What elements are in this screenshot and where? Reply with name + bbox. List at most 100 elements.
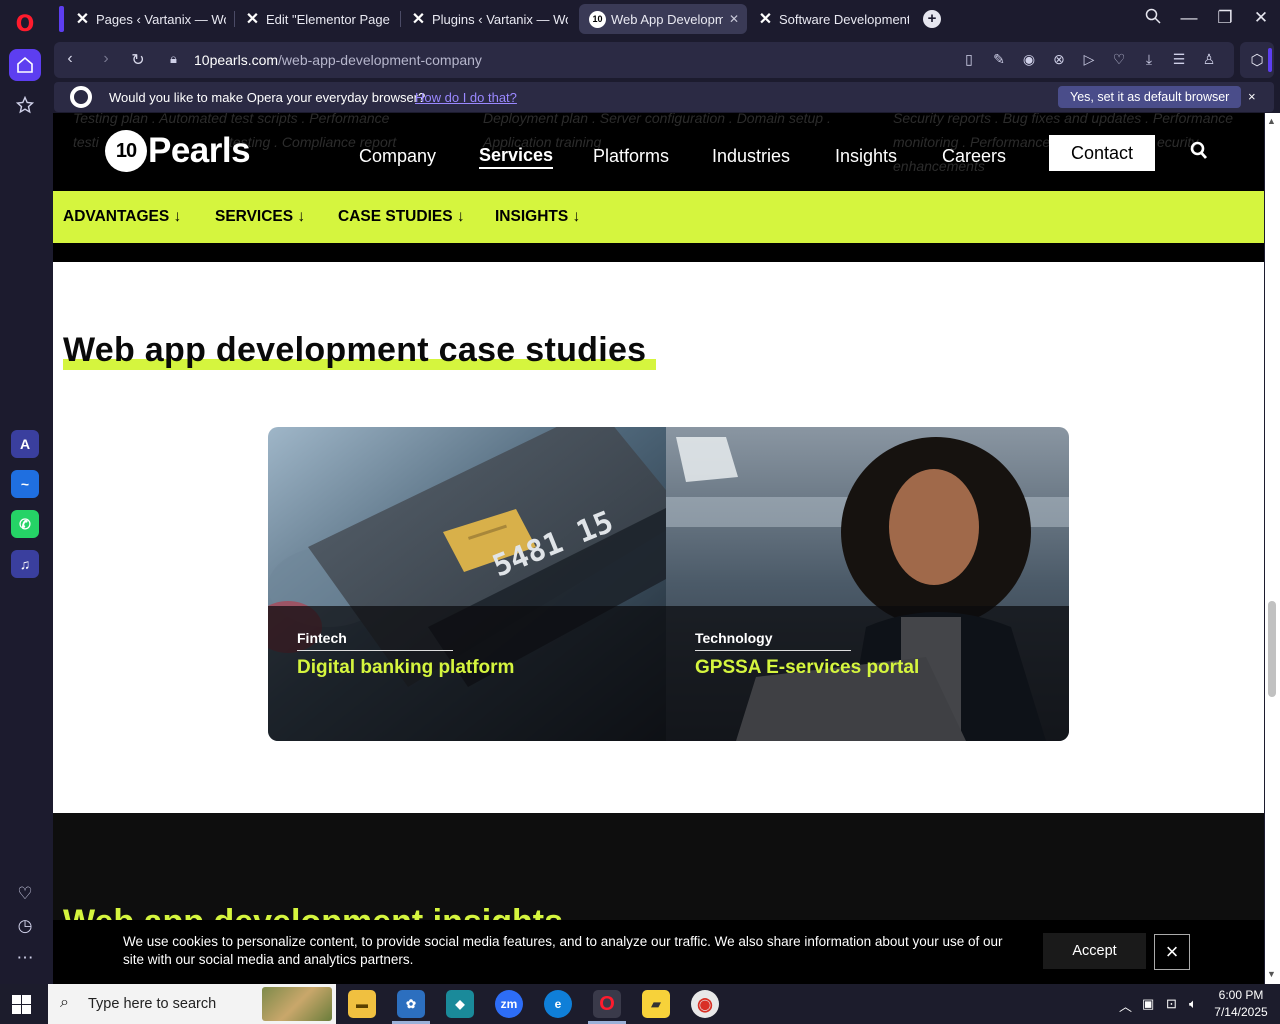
logo-ring: 10 [105, 130, 147, 172]
edge-icon[interactable]: e [544, 990, 572, 1018]
case-study-card-fintech[interactable]: 5481 15 Fintech Digital banking platform [268, 427, 669, 741]
show-hidden-icons-chevron-icon[interactable]: ︿ [1119, 996, 1132, 1015]
app-icon[interactable]: ◆ [446, 990, 474, 1018]
new-tab-plus-icon[interactable]: + [923, 10, 941, 28]
contact-button[interactable]: Contact [1049, 135, 1155, 171]
opera-sidebar: O A ~ ✆ ♫ ♡ ◷ ⋯ [0, 0, 50, 984]
edit-icon[interactable]: ✎ [990, 51, 1008, 68]
close-window-icon[interactable]: ✕ [1249, 8, 1273, 28]
card-category: Technology [695, 630, 773, 646]
subnav-case-studies[interactable]: CASE STUDIES ↓ [338, 208, 465, 226]
zoom-icon[interactable]: zm [495, 990, 523, 1018]
reader-mode-icon[interactable]: ▯ [960, 51, 978, 68]
web-page: Testing plan . Automated test scripts . … [53, 113, 1264, 984]
download-icon[interactable]: ⤓ [1140, 51, 1158, 68]
opera-logo-icon [70, 86, 92, 108]
tab-plugins-vartanix[interactable]: ✕ Plugins ‹ Vartanix — Word [400, 4, 576, 34]
case-study-card-technology[interactable]: Technology GPSSA E-services portal [666, 427, 1069, 741]
sticky-notes-icon[interactable]: ▰ [642, 990, 670, 1018]
site-header: Testing plan . Automated test scripts . … [53, 113, 1264, 191]
clock-date: 7/14/2025 [1214, 1005, 1268, 1019]
clock-time: 6:00 PM [1218, 988, 1264, 1002]
volume-icon[interactable]: 🔈︎ [1189, 996, 1197, 1012]
windows-start-icon[interactable] [12, 995, 31, 1014]
adblock-icon[interactable]: ⊗ [1050, 51, 1068, 68]
extensions-indicator [1268, 48, 1272, 72]
card-category-underline [297, 650, 453, 651]
ghost-text: testi [73, 134, 99, 150]
back-icon[interactable]: ‹ [60, 50, 80, 68]
aria-ai-icon[interactable]: A [11, 430, 39, 458]
profile-icon[interactable]: ♙ [1200, 51, 1218, 68]
site-search-icon[interactable] [1190, 141, 1208, 161]
x-logo-icon: ✕ [75, 10, 90, 28]
pinboard-heart-icon[interactable]: ♡ [1110, 51, 1128, 68]
section-divider [53, 243, 1264, 262]
card-title[interactable]: GPSSA E-services portal [695, 657, 919, 679]
more-dots-icon[interactable]: ⋯ [9, 942, 41, 974]
taskbar-clock[interactable]: 6:00 PM 7/14/2025 [1212, 987, 1270, 1021]
x-logo-icon: ✕ [245, 10, 260, 28]
camera-icon[interactable]: ◉ [1020, 51, 1038, 68]
minimize-icon[interactable]: — [1177, 8, 1201, 28]
banner-close-icon[interactable]: × [1248, 89, 1256, 104]
file-explorer-icon[interactable]: ▬ [348, 990, 376, 1018]
security-tray-icon[interactable]: ▣ [1142, 996, 1154, 1012]
tab-web-app-development[interactable]: 10 Web App Developmen ✕ [579, 4, 747, 34]
tab-software-development[interactable]: ✕ Software Development & [747, 4, 917, 34]
tab-pages-vartanix[interactable]: ✕ Pages ‹ Vartanix — WordP [64, 4, 234, 34]
search-highlight-art [262, 987, 332, 1021]
whatsapp-icon[interactable]: ✆ [11, 510, 39, 538]
music-player-icon[interactable]: ♫ [11, 550, 39, 578]
lock-icon[interactable]: 🔒︎ [170, 51, 177, 67]
cookie-close-icon[interactable]: × [1154, 934, 1190, 970]
x-logo-icon: ✕ [411, 10, 426, 28]
tab-strip: ✕ Pages ‹ Vartanix — WordP ✕ Edit "Eleme… [50, 0, 1280, 38]
heart-icon[interactable]: ♡ [9, 878, 41, 910]
url-text[interactable]: 10pearls.com/web-app-development-company [194, 52, 482, 68]
nav-careers[interactable]: Careers [942, 146, 1006, 167]
set-default-browser-button[interactable]: Yes, set it as default browser [1058, 86, 1242, 108]
10pearls-logo[interactable]: 10 Pearls [105, 130, 251, 172]
nav-platforms[interactable]: Platforms [593, 146, 669, 167]
reload-icon[interactable]: ↻ [128, 50, 148, 70]
flow-send-icon[interactable]: ▷ [1080, 51, 1098, 68]
nav-industries[interactable]: Industries [712, 146, 790, 167]
search-icon: ⌕ [60, 994, 69, 1011]
banner-question: Would you like to make Opera your everyd… [109, 90, 426, 105]
messenger-icon[interactable]: ~ [11, 470, 39, 498]
scroll-up-icon[interactable]: ▲ [1267, 116, 1276, 126]
address-bar[interactable]: ‹ › ↻ 🔒︎ 10pearls.com/web-app-developmen… [54, 42, 1234, 78]
tab-edit-elementor[interactable]: ✕ Edit "Elementor Page #100 [234, 4, 400, 34]
x-logo-icon: ✕ [758, 10, 773, 28]
section-subnav: ADVANTAGES ↓ SERVICES ↓ CASE STUDIES ↓ I… [53, 191, 1264, 243]
home-icon[interactable] [9, 49, 41, 81]
paint-icon[interactable]: ✿ [397, 990, 425, 1018]
history-clock-icon[interactable]: ◷ [9, 910, 41, 942]
cookie-accept-button[interactable]: Accept [1043, 933, 1146, 969]
forward-icon[interactable]: › [96, 50, 116, 68]
page-scrollbar[interactable]: ▲ ▼ [1265, 113, 1280, 984]
taskbar-search[interactable]: ⌕ Type here to search [48, 984, 336, 1024]
how-do-i-link[interactable]: How do I do that? [415, 90, 517, 105]
nav-services[interactable]: Services [479, 145, 554, 169]
opera-logo-icon[interactable]: O [9, 8, 41, 40]
address-row: ‹ › ↻ 🔒︎ 10pearls.com/web-app-developmen… [50, 40, 1280, 82]
card-title[interactable]: Digital banking platform [297, 657, 514, 679]
subnav-services[interactable]: SERVICES ↓ [215, 208, 305, 226]
bookmarks-star-icon[interactable] [9, 89, 41, 121]
network-icon[interactable]: ⊡ [1166, 996, 1177, 1012]
scroll-down-icon[interactable]: ▼ [1267, 969, 1276, 979]
search-placeholder: Type here to search [88, 996, 217, 1012]
chrome-icon[interactable]: ◉ [691, 990, 719, 1018]
restore-icon[interactable]: ❐ [1213, 8, 1237, 28]
subnav-insights[interactable]: INSIGHTS ↓ [495, 208, 580, 226]
easy-setup-icon[interactable]: ☰ [1170, 51, 1188, 68]
search-tabs-icon[interactable] [1141, 8, 1165, 29]
scrollbar-thumb[interactable] [1268, 601, 1276, 697]
subnav-advantages[interactable]: ADVANTAGES ↓ [63, 208, 181, 226]
opera-icon[interactable]: O [593, 990, 621, 1018]
nav-insights[interactable]: Insights [835, 146, 897, 167]
tab-close-icon[interactable]: ✕ [729, 12, 739, 26]
nav-company[interactable]: Company [359, 146, 436, 167]
